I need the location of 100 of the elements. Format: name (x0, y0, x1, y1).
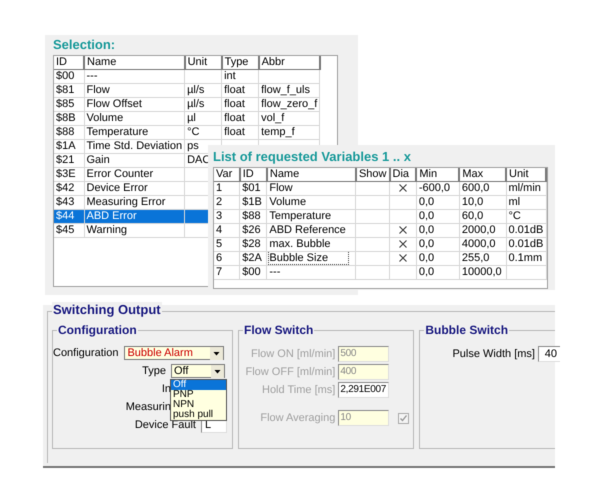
table-cell: float (222, 98, 259, 112)
column-header[interactable]: Max (459, 168, 506, 182)
table-cell: 2000,0 (459, 224, 506, 238)
table-cell: 0,0 (416, 210, 460, 224)
table-cell: 0,0 (416, 266, 460, 280)
table-cell: Temperature (84, 126, 185, 140)
table-cell: ABD Reference (269, 224, 346, 236)
cross-icon (398, 240, 407, 248)
table-cell: -600,0 (416, 182, 460, 196)
table-cell: °C (184, 126, 222, 140)
table-cell: 4000,0 (459, 238, 506, 252)
table-cell: 255,0 (459, 252, 506, 266)
table-cell: Flow (84, 84, 185, 98)
panel-title: Selection: (53, 37, 116, 54)
table-cell: 3 (214, 210, 240, 224)
column-header[interactable]: ID (54, 56, 84, 70)
field-label: Measurin (126, 401, 171, 413)
column-header[interactable]: Name (266, 168, 356, 182)
dropdown[interactable]: Off (171, 364, 225, 378)
table-cell: Device Error (84, 182, 185, 196)
table-cell: $8B (54, 112, 84, 126)
column-header[interactable]: Show (356, 168, 390, 182)
table-cell: 0,0 (416, 252, 460, 266)
field-label: Flow Averaging (260, 412, 336, 424)
table-cell: $88 (240, 210, 267, 224)
table-cell: $3E (54, 168, 84, 182)
table-cell: $88 (54, 126, 84, 140)
table-cell: Volume (84, 112, 185, 126)
cross-icon (398, 254, 407, 262)
input-field[interactable]: 40 (538, 346, 560, 362)
table-cell: 0,0 (416, 238, 460, 252)
cross-icon (398, 226, 407, 234)
table-cell: Error Counter (84, 168, 185, 182)
table-cell: 10,0 (459, 196, 506, 210)
table-cell: flow_zero_f (258, 98, 320, 112)
table-cell: $45 (54, 224, 84, 238)
table-cell: $44 (54, 210, 84, 224)
table-cell: Gain (84, 154, 185, 168)
table-cell: 600,0 (459, 182, 506, 196)
table-cell: Bubble Size (269, 252, 348, 264)
table-cell: 0.1mm (506, 252, 546, 266)
table-cell: µl/s (184, 84, 222, 98)
column-header[interactable]: Min (416, 168, 460, 182)
table-cell: $85 (54, 98, 84, 112)
column-header[interactable]: Name (84, 56, 185, 70)
table-cell: vol_f (258, 112, 320, 126)
field-label: Flow OFF [ml/min] (246, 366, 336, 378)
table-cell: 7 (214, 266, 240, 280)
dropdown-option[interactable]: NPN (171, 400, 226, 410)
table-cell: 1 (214, 182, 240, 196)
table-cell: 2 (214, 196, 240, 210)
dropdown-option[interactable]: PNP (171, 390, 226, 400)
table-cell: $00 (54, 70, 84, 84)
table-cell: 6 (214, 252, 240, 266)
table-cell: $81 (54, 84, 84, 98)
field-label: Pulse Width [ms] (452, 348, 535, 360)
field-label: Flow ON [ml/min] (251, 348, 336, 360)
table-cell: Temperature (269, 210, 332, 222)
cross-icon (398, 184, 407, 192)
table-cell: $1A (54, 140, 84, 154)
dropdown-option[interactable]: Off (171, 380, 226, 390)
table-cell: 0,0 (416, 196, 460, 210)
table-cell: $42 (54, 182, 84, 196)
table-cell: $00 (240, 266, 267, 280)
table-cell: $28 (240, 238, 267, 252)
table-cell: max. Bubble (269, 238, 331, 250)
table-cell: float (222, 126, 259, 140)
table-cell: µl (184, 112, 222, 126)
table-cell: $26 (240, 224, 267, 238)
field-label: Hold Time [ms] (262, 384, 336, 396)
column-header[interactable]: Type (222, 56, 259, 70)
column-header[interactable]: Var (214, 168, 240, 182)
table-cell: Flow Offset (84, 98, 185, 112)
table-cell: °C (506, 210, 546, 224)
column-header[interactable]: Dia (390, 168, 416, 182)
table-cell: ml/min (506, 182, 546, 196)
table-cell: 60,0 (459, 210, 506, 224)
column-header[interactable]: Unit (184, 56, 222, 70)
table-cell: float (222, 84, 259, 98)
table-cell: $2A (240, 252, 267, 266)
dropdown-option[interactable]: push pull (171, 410, 226, 420)
field-label: Type (142, 365, 166, 377)
table-cell: Volume (269, 196, 306, 208)
group-title: Configuration (57, 322, 138, 338)
table-cell: 0.01dB (506, 224, 546, 238)
column-header[interactable]: Unit (506, 168, 546, 182)
table-cell: 0.01dB (506, 238, 546, 252)
table-cell: 4 (214, 224, 240, 238)
column-header[interactable]: Abbr (258, 56, 320, 70)
table-cell: 0,0 (416, 224, 460, 238)
column-header[interactable]: ID (240, 168, 267, 182)
group-title: Switching Output (52, 302, 162, 318)
dropdown[interactable]: Bubble Alarm (124, 346, 224, 360)
field-label: Configuration (53, 347, 118, 359)
table-cell: int (222, 70, 259, 84)
table-cell: Flow (269, 182, 293, 194)
table-cell: float (222, 112, 259, 126)
table-cell: $01 (240, 182, 267, 196)
table-cell: Warning (84, 224, 185, 238)
table-cell: --- (84, 70, 185, 84)
